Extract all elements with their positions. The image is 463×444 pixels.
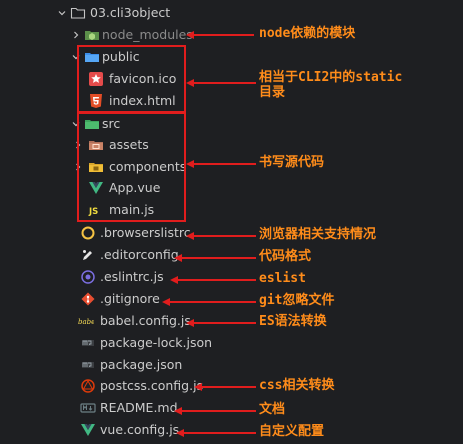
annotation-browserslistrc: 浏览器相关支持情况 [259, 227, 377, 242]
tree-item-root-folder[interactable]: 03.cli3object [0, 2, 240, 24]
eslint-icon [80, 269, 96, 285]
annotation-public-line1: 相当于CLI2中的static [259, 70, 403, 85]
node-folder-icon [84, 27, 100, 43]
arrow-connector [194, 383, 256, 391]
folder-icon [70, 5, 86, 21]
tree-item-label: vue.config.js [100, 422, 180, 437]
markdown-icon [80, 400, 96, 416]
npm-icon [80, 357, 96, 373]
tree-item-label: package.json [100, 357, 183, 372]
annotation-vue-config: 自定义配置 [259, 424, 325, 439]
public-highlight-box [77, 45, 186, 114]
annotation-postcss: css相关转换 [259, 378, 335, 393]
tree-item-package-lock[interactable]: package-lock.json [0, 332, 240, 354]
arrow-connector [174, 407, 256, 415]
annotation-public: 相当于CLI2中的static 目录 [259, 70, 402, 100]
chevron-right-icon[interactable] [70, 24, 82, 46]
postcss-icon [80, 378, 96, 394]
npm-icon [80, 335, 96, 351]
tree-item-label: .gitignore [100, 291, 160, 306]
tree-item-editorconfig[interactable]: .editorconfig [0, 244, 240, 266]
browserslist-icon [80, 225, 96, 241]
tree-item-package-json[interactable]: package.json [0, 354, 240, 376]
annotation-editorconfig: 代码格式 [259, 249, 312, 264]
arrow-connector [186, 232, 256, 240]
babel-icon: babel [78, 313, 94, 329]
arrow-connector [186, 31, 254, 39]
annotation-readme: 文档 [259, 402, 286, 417]
vue-icon [80, 422, 96, 438]
arrow-connector [174, 254, 256, 262]
chevron-down-icon[interactable] [56, 2, 68, 24]
arrow-connector [170, 276, 256, 284]
src-highlight-box [77, 111, 186, 222]
annotation-public-line2: 目录 [259, 85, 286, 100]
tree-item-gitignore[interactable]: .gitignore [0, 288, 240, 310]
tree-item-browserslistrc[interactable]: .browserslistrc [0, 222, 240, 244]
tree-item-label: .browserslistrc [100, 225, 191, 240]
tree-item-babel-config[interactable]: babel babel.config.js [0, 310, 240, 332]
tree-item-label: node_modules [102, 27, 193, 42]
tree-item-readme[interactable]: README.md [0, 397, 240, 419]
arrow-connector [176, 429, 256, 437]
annotation-gitignore: git忽略文件 [259, 293, 335, 308]
tree-item-label: .editorconfig [100, 247, 179, 262]
tree-item-label: .eslintrc.js [100, 269, 164, 284]
arrow-connector [186, 319, 256, 327]
tree-item-label: README.md [100, 400, 178, 415]
tree-item-label: babel.config.js [100, 313, 191, 328]
annotation-node-modules: node依赖的模块 [259, 26, 356, 41]
tree-item-label: 03.cli3object [90, 5, 171, 20]
annotation-eslintrc: eslist [259, 271, 306, 286]
tree-item-label: postcss.config.js [100, 378, 204, 393]
annotation-babel: ES语法转换 [259, 314, 327, 329]
editorconfig-icon [80, 247, 96, 263]
svg-text:babel: babel [78, 318, 94, 326]
arrow-connector [186, 79, 256, 87]
tree-item-label: package-lock.json [100, 335, 213, 350]
arrow-connector [162, 298, 256, 306]
annotation-src: 书写源代码 [259, 155, 325, 170]
tree-item-vue-config[interactable]: vue.config.js [0, 419, 240, 441]
git-icon [80, 291, 96, 307]
tree-item-eslintrc[interactable]: .eslintrc.js [0, 266, 240, 288]
file-explorer: 03.cli3object node_modules public favico… [0, 0, 463, 444]
arrow-connector [186, 160, 256, 168]
